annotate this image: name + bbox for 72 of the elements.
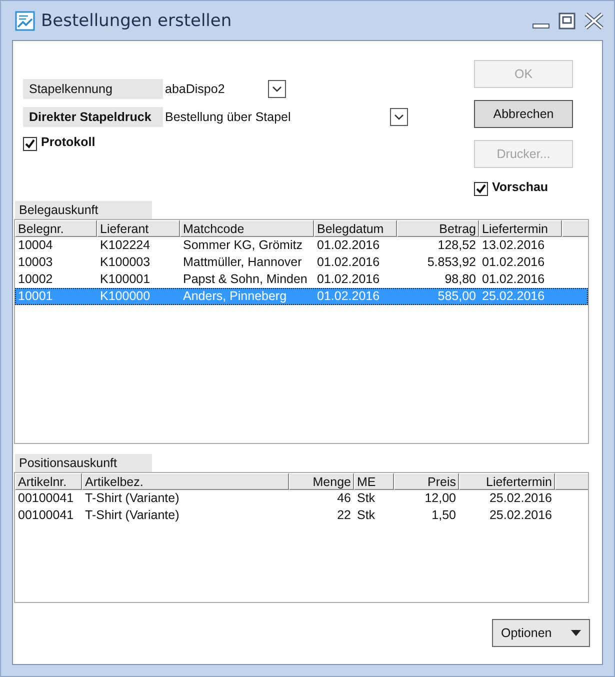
- table-row[interactable]: 00100041 T-Shirt (Variante) 46 Stk 12,00 25.02.2016: [15, 490, 588, 507]
- dialog-button[interactable]: Abbrechen: [474, 100, 573, 128]
- table-cell-text: K102224: [99, 237, 152, 254]
- table-cell-text: 25.02.2016: [481, 288, 546, 305]
- table-cell-text: 128,52: [436, 237, 477, 254]
- column-header[interactable]: Menge: [289, 473, 354, 490]
- chevron-down-icon: [394, 114, 404, 120]
- dropdown-field[interactable]: abaDispo2: [163, 79, 286, 99]
- checkbox[interactable]: [23, 137, 37, 151]
- table-cell-text: 10002: [17, 271, 54, 288]
- table-cell-text: T-Shirt (Variante): [84, 507, 180, 524]
- field-label: Stapelkennung: [23, 79, 163, 99]
- window-title: Bestellungen erstellen: [41, 10, 233, 30]
- column-header[interactable]: Belegnr.: [15, 220, 97, 237]
- column-header[interactable]: Matchcode: [180, 220, 314, 237]
- table-cell-text: Papst & Sohn, Minden: [182, 271, 308, 288]
- table-cell-text: 01.02.2016: [316, 254, 381, 271]
- column-header: [562, 220, 588, 237]
- table-row[interactable]: 10002 K100001 Papst & Sohn, Minden 01.02.2016 98,80 01.02.2016: [15, 271, 588, 288]
- table-cell-text: Anders, Pinneberg: [182, 288, 288, 305]
- table-cell-text: 46: [336, 490, 352, 507]
- table-cell-text: 01.02.2016: [481, 271, 546, 288]
- maximize-icon[interactable]: [558, 12, 576, 30]
- table-cell-text: 1,50: [430, 507, 457, 524]
- options-button[interactable]: Optionen: [492, 619, 590, 647]
- table-cell-text: Mattmüller, Hannover: [182, 254, 303, 271]
- chevron-down-icon: [272, 86, 282, 92]
- column-header[interactable]: Lieferant: [97, 220, 180, 237]
- app-icon: [15, 10, 35, 30]
- table-row[interactable]: 10003 K100003 Mattmüller, Hannover 01.02.2016 5.853,92 01.02.2016: [15, 254, 588, 271]
- column-header[interactable]: ME: [354, 473, 394, 490]
- table-cell-text: 10003: [17, 254, 54, 271]
- table-cell-text: 10004: [17, 237, 54, 254]
- table-row[interactable]: 10004 K102224 Sommer KG, Grömitz 01.02.2016 128,52 13.02.2016: [15, 237, 588, 254]
- table-cell-text: 25.02.2016: [488, 490, 553, 507]
- table-cell-text: 01.02.2016: [481, 254, 546, 271]
- table-cell-text: 5.853,92: [426, 254, 477, 271]
- column-header[interactable]: Preis: [394, 473, 459, 490]
- table-cell-text: K100003: [99, 254, 152, 271]
- table-cell-text: Stk: [356, 490, 376, 507]
- table-row[interactable]: 00100041 T-Shirt (Variante) 22 Stk 1,50 25.02.2016: [15, 507, 588, 524]
- column-header[interactable]: Artikelbez.: [82, 473, 289, 490]
- table-cell-text: 25.02.2016: [488, 507, 553, 524]
- table-cell-text: K100000: [99, 288, 152, 305]
- table-cell-text: 585,00: [436, 288, 477, 305]
- table-cell-text: 00100041: [17, 490, 75, 507]
- table-cell-text: K100001: [99, 271, 152, 288]
- column-header[interactable]: Belegdatum: [314, 220, 397, 237]
- table-cell-text: 00100041: [17, 507, 75, 524]
- table-cell-text: 12,00: [424, 490, 457, 507]
- table-cell-text: Sommer KG, Grömitz: [182, 237, 304, 254]
- table-cell-text: 01.02.2016: [316, 271, 381, 288]
- column-header[interactable]: Betrag: [397, 220, 479, 237]
- table-cell-text: 13.02.2016: [481, 237, 546, 254]
- table-cell-text: 98,80: [444, 271, 477, 288]
- caret-icon: [571, 630, 581, 636]
- field-label: Direkter Stapeldruck: [23, 107, 163, 127]
- table-cell-text: Stk: [356, 507, 376, 524]
- checkbox[interactable]: [474, 182, 488, 196]
- close-icon[interactable]: [584, 12, 604, 30]
- table-cell-text: T-Shirt (Variante): [84, 490, 180, 507]
- table-cell-text: 10001: [17, 288, 54, 305]
- column-header[interactable]: Artikelnr.: [15, 473, 82, 490]
- vorschau-checkbox[interactable]: Vorschau: [474, 180, 548, 196]
- table-cell-text: 01.02.2016: [316, 237, 381, 254]
- column-header: [555, 473, 588, 490]
- table-cell-text: 01.02.2016: [316, 288, 381, 305]
- column-header[interactable]: Liefertermin: [479, 220, 562, 237]
- column-header[interactable]: Liefertermin: [459, 473, 555, 490]
- protokoll-checkbox[interactable]: Protokoll: [23, 135, 408, 151]
- dropdown-field[interactable]: Bestellung über Stapel: [163, 107, 408, 127]
- table-cell-text: 22: [336, 507, 352, 524]
